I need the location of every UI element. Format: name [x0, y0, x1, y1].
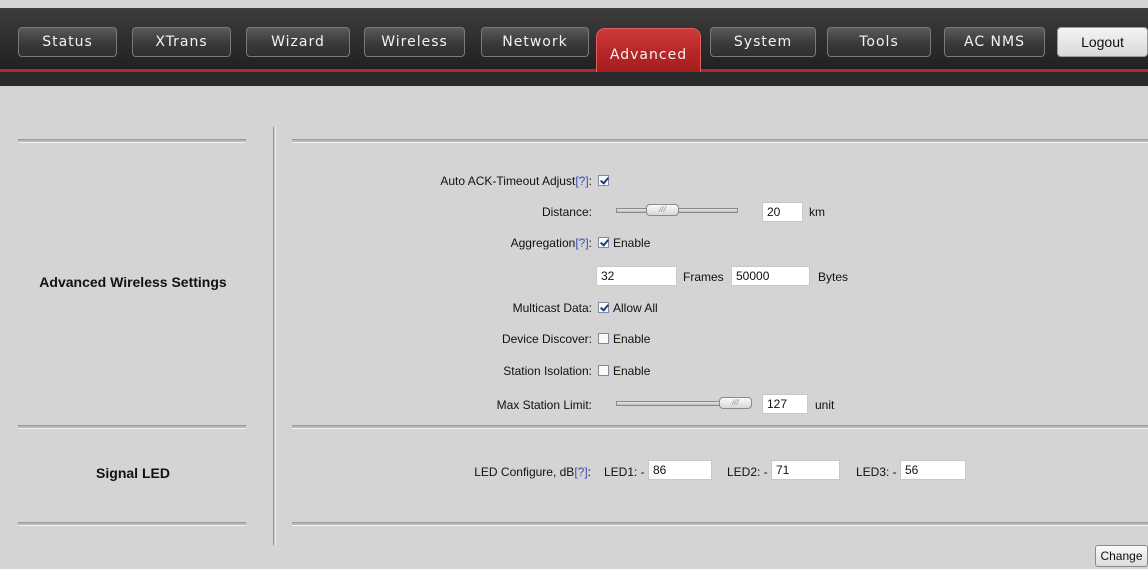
tab-ac-nms[interactable]: AC NMS: [944, 27, 1045, 57]
left-divider-middle: [18, 425, 246, 429]
tab-wireless[interactable]: Wireless: [364, 27, 465, 57]
led-help-link[interactable]: [?]: [574, 465, 587, 479]
frames-label: Frames: [683, 270, 724, 284]
led3-label: LED3: -: [856, 465, 897, 479]
signal-led-title: Signal LED: [96, 465, 170, 481]
right-divider-middle: [292, 425, 1148, 429]
led3-input[interactable]: 56: [900, 460, 966, 480]
discover-enable-text: Enable: [613, 332, 651, 346]
top-navigation: Status XTrans Wizard Wireless Network Ad…: [0, 0, 1148, 86]
aggregation-enable-text: Enable: [613, 236, 651, 250]
maxsta-slider-thumb[interactable]: ///: [719, 397, 752, 409]
discover-label: Device Discover:: [501, 332, 592, 346]
ack-label: Auto ACK-Timeout Adjust[?]:: [440, 174, 592, 188]
maxsta-label: Max Station Limit:: [496, 398, 592, 412]
tab-wizard[interactable]: Wizard: [246, 27, 350, 57]
aggregation-help-link[interactable]: [?]: [575, 236, 588, 250]
led2-input[interactable]: 71: [771, 460, 840, 480]
bytes-input[interactable]: 50000: [731, 266, 810, 286]
right-divider-top: [292, 139, 1148, 143]
distance-label: Distance:: [541, 205, 592, 219]
ack-label-text: Auto ACK-Timeout Adjust: [440, 174, 576, 188]
led-config-label: LED Configure, dB[?]:: [474, 465, 591, 479]
ack-help-link[interactable]: [?]: [575, 174, 588, 188]
distance-slider-thumb[interactable]: ///: [646, 204, 679, 216]
advanced-wireless-settings-title: Advanced Wireless Settings: [39, 274, 227, 290]
multicast-checkbox[interactable]: [598, 302, 609, 313]
tab-status[interactable]: Status: [18, 27, 117, 57]
bytes-label: Bytes: [818, 270, 849, 284]
aggregation-label: Aggregation[?]:: [510, 236, 592, 250]
right-divider-bottom: [292, 522, 1148, 526]
discover-checkbox[interactable]: [598, 333, 609, 344]
tab-xtrans[interactable]: XTrans: [132, 27, 231, 57]
isolation-enable-text: Enable: [613, 364, 651, 378]
nav-bottom-strip: [0, 72, 1148, 86]
tab-system[interactable]: System: [710, 27, 816, 57]
led1-input[interactable]: 86: [648, 460, 712, 480]
maxsta-input[interactable]: 127: [762, 394, 808, 414]
aggregation-label-text: Aggregation: [510, 236, 576, 250]
left-divider-bottom: [18, 522, 246, 526]
led1-label: LED1: -: [604, 465, 645, 479]
tab-network[interactable]: Network: [481, 27, 589, 57]
tab-advanced[interactable]: Advanced: [596, 28, 701, 72]
distance-unit: km: [809, 205, 825, 219]
led-config-label-text: LED Configure, dB: [474, 465, 575, 479]
maxsta-unit: unit: [815, 398, 835, 412]
change-button[interactable]: Change: [1095, 545, 1148, 567]
isolation-checkbox[interactable]: [598, 365, 609, 376]
distance-input[interactable]: 20: [762, 202, 803, 222]
led2-label: LED2: -: [727, 465, 768, 479]
multicast-allow-text: Allow All: [613, 301, 658, 315]
column-separator: [273, 127, 276, 545]
left-divider-top: [18, 139, 246, 143]
tab-tools[interactable]: Tools: [827, 27, 931, 57]
logout-button[interactable]: Logout: [1057, 27, 1148, 57]
multicast-label: Multicast Data:: [512, 301, 592, 315]
frames-input[interactable]: 32: [596, 266, 677, 286]
aggregation-checkbox[interactable]: [598, 237, 609, 248]
ack-checkbox[interactable]: [598, 175, 609, 186]
isolation-label: Station Isolation:: [503, 364, 592, 378]
